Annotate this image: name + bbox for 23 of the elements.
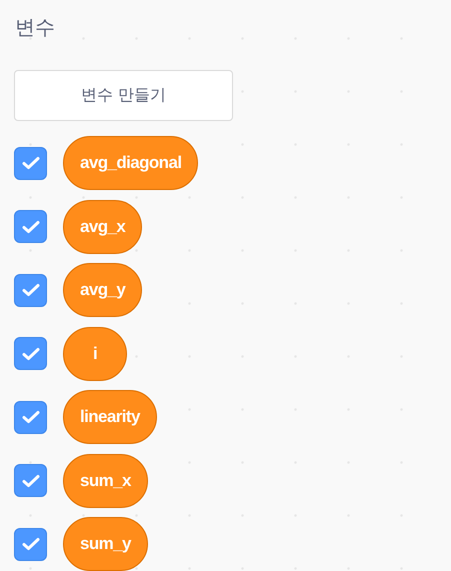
variable-block[interactable]: avg_y: [63, 263, 142, 317]
check-icon: [22, 220, 40, 234]
checkbox[interactable]: [14, 210, 47, 243]
variable-block[interactable]: avg_x: [63, 200, 142, 254]
check-icon: [22, 537, 40, 551]
check-icon: [22, 474, 40, 488]
variable-block[interactable]: sum_x: [63, 454, 148, 508]
check-icon: [22, 156, 40, 170]
checkbox[interactable]: [14, 528, 47, 560]
checkbox[interactable]: [14, 146, 47, 180]
check-icon: [22, 410, 40, 424]
check-icon: [22, 346, 40, 360]
checkbox[interactable]: [14, 464, 47, 497]
checkbox[interactable]: [14, 274, 47, 306]
variable-block[interactable]: linearity: [63, 390, 157, 444]
check-icon: [22, 283, 40, 297]
category-title: 변수: [15, 14, 55, 41]
checkbox[interactable]: [14, 400, 47, 434]
make-variable-button[interactable]: 변수 만들기: [14, 70, 233, 121]
variable-block[interactable]: i: [63, 326, 127, 380]
variable-block[interactable]: sum_y: [63, 517, 148, 571]
checkbox[interactable]: [14, 337, 47, 370]
variable-block[interactable]: avg_diagonal: [63, 136, 198, 190]
